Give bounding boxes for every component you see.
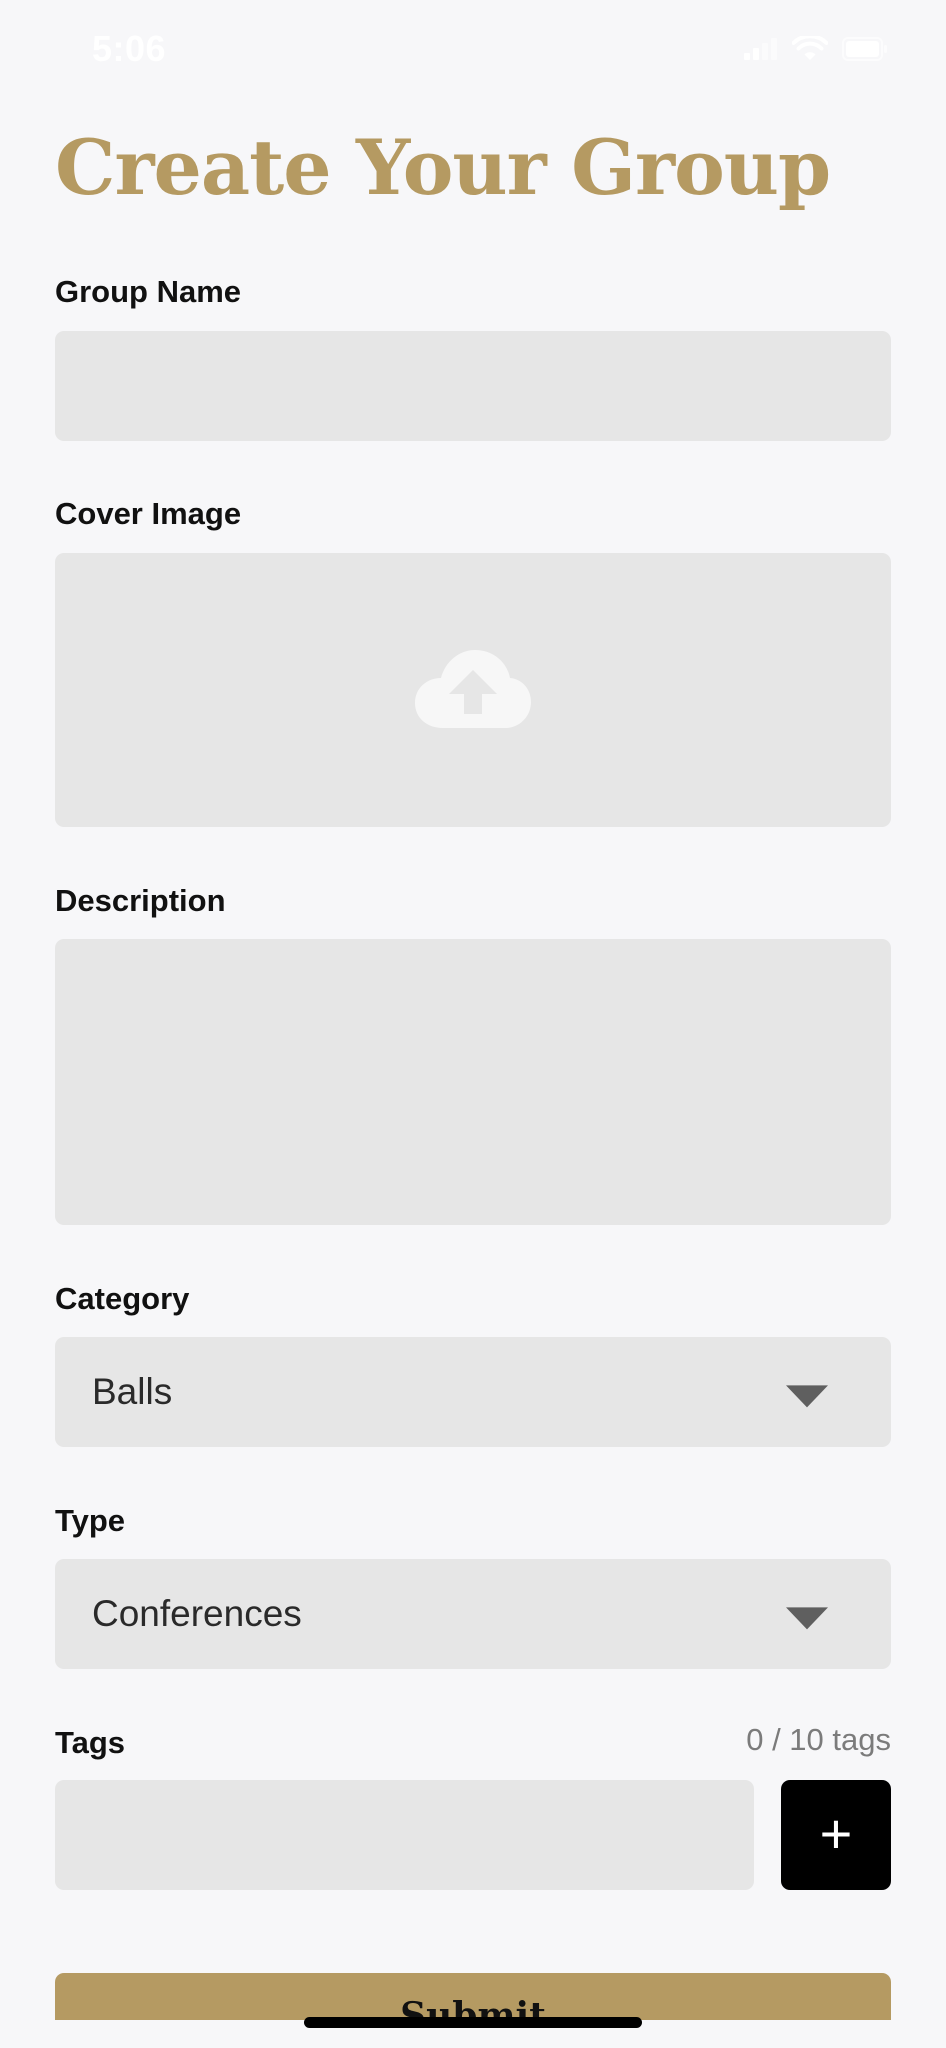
group-name-label: Group Name xyxy=(55,274,242,309)
category-selected-value: Balls xyxy=(92,1371,173,1412)
cover-image-label: Cover Image xyxy=(55,496,242,531)
tags-input[interactable] xyxy=(55,1780,754,1890)
tags-label: Tags xyxy=(55,1725,126,1760)
description-textarea[interactable] xyxy=(55,939,891,1225)
status-time: 5:06 xyxy=(92,28,167,69)
battery-icon xyxy=(842,37,887,61)
cloud-upload-icon xyxy=(415,650,531,728)
chevron-down-icon xyxy=(786,1607,828,1630)
page-title: Create Your Group xyxy=(55,123,831,212)
category-select[interactable]: Balls xyxy=(55,1337,891,1447)
tags-counter: 0 / 10 tags xyxy=(746,1722,891,1757)
type-select[interactable]: Conferences xyxy=(55,1559,891,1669)
cellular-signal-icon xyxy=(744,38,777,60)
add-tag-button[interactable]: + xyxy=(781,1780,891,1890)
plus-icon: + xyxy=(819,1801,853,1865)
home-indicator xyxy=(304,2017,642,2028)
type-label: Type xyxy=(55,1503,126,1538)
status-bar: 5:06 xyxy=(0,0,946,100)
group-name-input[interactable] xyxy=(55,331,891,441)
category-label: Category xyxy=(55,1281,190,1316)
type-selected-value: Conferences xyxy=(92,1593,302,1634)
description-label: Description xyxy=(55,883,226,918)
status-icons xyxy=(744,36,888,62)
create-group-screen: 5:06 Create Your Group Group Name Cover … xyxy=(0,0,946,2048)
cover-image-upload[interactable] xyxy=(55,553,891,827)
chevron-down-icon xyxy=(786,1385,828,1408)
wifi-icon xyxy=(792,36,828,60)
